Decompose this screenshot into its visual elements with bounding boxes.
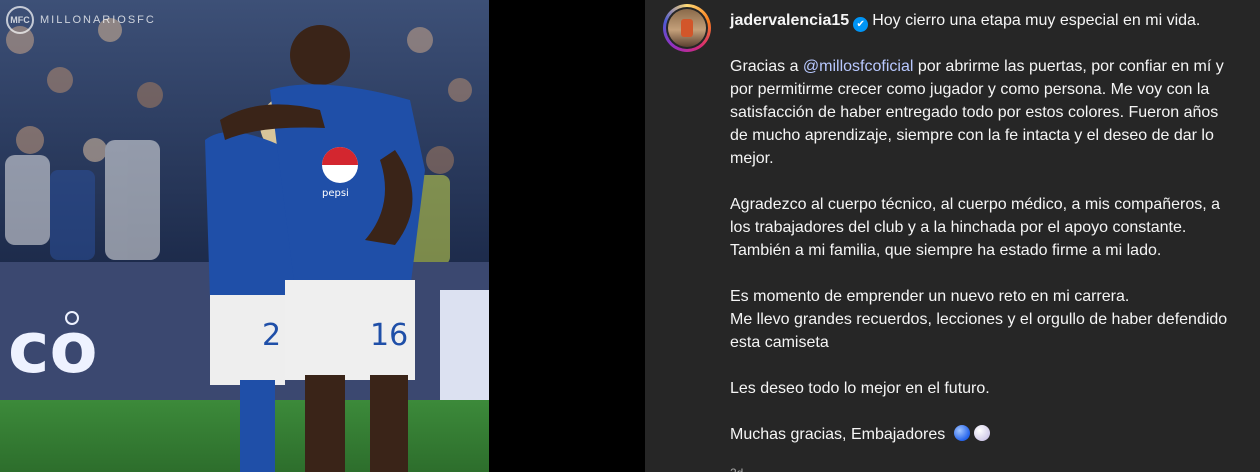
caption-first-line: jadervalencia15 ✔ Hoy cierro una etapa muy… bbox=[730, 9, 1240, 32]
watermark: MFC MILLONARIOSFC bbox=[6, 6, 156, 34]
caption-panel: jadervalencia15 ✔ Hoy cierro una etapa muy… bbox=[645, 0, 1260, 472]
caption-paragraph-5: Muchas gracias, Embajadores bbox=[730, 423, 1240, 446]
post-photo[interactable]: co pepsi 16 2 MFC MILLONARIOSFC bbox=[0, 0, 489, 472]
caption-paragraph-3-line-2: Me llevo grandes recuerdos, lecciones y … bbox=[730, 311, 1228, 351]
blue-circle-icon bbox=[953, 425, 970, 441]
p1-pre: Gracias a bbox=[730, 58, 803, 75]
avatar[interactable] bbox=[663, 4, 711, 52]
avatar-image bbox=[668, 9, 706, 47]
jersey-number-right: 16 bbox=[370, 318, 408, 353]
white-circle-icon bbox=[973, 425, 990, 441]
board-text: co bbox=[8, 307, 98, 389]
p5-text: Muchas gracias, Embajadores bbox=[730, 426, 946, 443]
avatar-ring bbox=[666, 7, 708, 49]
players-photo-illustration: co pepsi 16 2 bbox=[0, 0, 489, 472]
jersey-number-left: 2 bbox=[262, 318, 281, 353]
caption-paragraph-4: Les deseo todo lo mejor en el futuro. bbox=[730, 380, 990, 397]
mention-link[interactable]: @millosfcoficial bbox=[803, 58, 913, 75]
caption-paragraph-1: Gracias a @millosfcoficial por abrirme l… bbox=[730, 55, 1240, 170]
post-timestamp: 2d bbox=[730, 466, 743, 472]
caption-paragraph-3-line-1: Es momento de emprender un nuevo reto en… bbox=[730, 288, 1130, 305]
caption-headline: Hoy cierro una etapa muy especial en mi … bbox=[872, 12, 1201, 29]
club-crest-icon: MFC bbox=[6, 6, 34, 34]
verified-badge-icon: ✔ bbox=[853, 17, 869, 32]
sponsor-text: pepsi bbox=[322, 188, 349, 199]
username-link[interactable]: jadervalencia15 bbox=[730, 12, 849, 29]
caption-paragraph-2: Agradezco al cuerpo técnico, al cuerpo m… bbox=[730, 196, 1221, 259]
watermark-brand: MILLONARIOSFC bbox=[40, 14, 156, 26]
post-caption: jadervalencia15 ✔ Hoy cierro una etapa muy… bbox=[730, 9, 1240, 446]
